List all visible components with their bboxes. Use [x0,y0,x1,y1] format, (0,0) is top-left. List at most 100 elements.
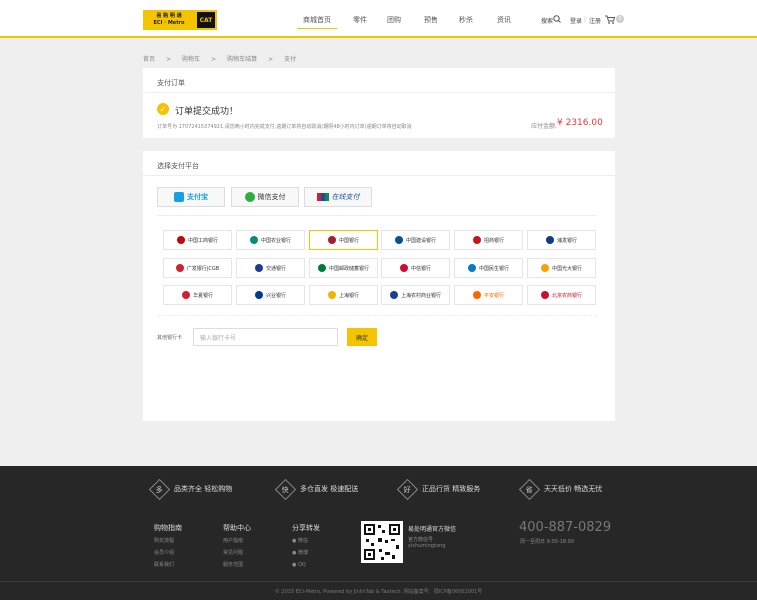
bank-srcb[interactable]: 上海农村商业银行 [381,285,450,305]
site-footer: 多品类齐全 轻松购物 快多仓直发 极速配送 好正品行货 精致服务 省天天低价 畅… [0,466,757,600]
search-icon[interactable] [553,15,561,23]
hotline-number: 400-887-0829 [519,520,612,535]
bank-abc[interactable]: 中国农业银行 [236,230,305,250]
bank-pingan[interactable]: 平安银行 [454,285,523,305]
nav-group-buy[interactable]: 团购 [374,15,414,25]
footer-link[interactable]: 常见问题 [223,547,251,559]
footer-col-share: 分享转发 ● 微信 ● 微博 ● QQ [292,522,320,571]
header-separator: | [584,16,587,23]
weibo-icon: ● [292,550,297,556]
amount-value: ¥ 2316.00 [557,118,603,128]
nav-flash-sale[interactable]: 秒杀 [446,15,486,25]
feature-item: 省天天低价 畅选无忧 [518,478,602,500]
confirm-button[interactable]: 确定 [347,328,377,346]
breadcrumb-checkout[interactable]: 购物车结算 [227,56,257,63]
other-card-label: 其他银行卡 [157,335,183,341]
footer-link[interactable]: 用户指南 [223,535,251,547]
footer-col-help: 帮助中心 用户指南 常见问题 服务范围 [223,522,251,571]
search-label[interactable]: 搜索 [541,16,553,25]
order-info: 订单号为 17072415374921,请您两小时内完成支付,逾期订单将自动取消… [157,124,412,130]
alipay-option[interactable]: 支付宝 [157,187,225,207]
payment-title: 选择支付平台 [157,162,199,170]
bank-logo-icon [175,264,184,272]
order-title: 支付订单 [157,79,185,87]
copyright: © 2015 ECI-Metro, Powered by JinlinTab &… [0,581,757,595]
wechat-pay-option[interactable]: 微信支付 [231,187,299,207]
bank-logo-icon [254,291,263,299]
breadcrumb-sep: > [211,56,217,63]
site-header: 易 购 明 通 ECI · Metro CAT 商城首页 零件 团购 预售 秒杀 … [0,0,757,38]
bank-ceb[interactable]: 中国光大银行 [527,258,596,278]
footer-link[interactable]: 服务范围 [223,559,251,571]
bank-bocom[interactable]: 交通银行 [236,258,305,278]
bank-cgb[interactable]: 广发银行|CGB [163,258,232,278]
bank-logo-icon [181,291,190,299]
divider [143,175,615,176]
footer-link[interactable]: 购买流程 [154,535,182,547]
bank-citic[interactable]: 中信银行 [381,258,450,278]
service-hours: 周一至周日 9:00-18:00 [520,539,575,545]
wechat-title: 易处明通官方微信 [408,526,457,533]
bank-boc[interactable]: 中国银行 [309,230,378,250]
bank-cmbc[interactable]: 中国民生银行 [454,258,523,278]
bank-logo-icon [394,236,403,244]
order-panel: 支付订单 ✓ 订单提交成功！ 订单号为 17072415374921,请您两小时… [143,68,615,138]
bank-psbc[interactable]: 中国邮政储蓄银行 [309,258,378,278]
card-number-input[interactable]: 输入银行卡号 [193,328,338,346]
bank-logo-icon [254,264,263,272]
share-qq[interactable]: ● QQ [292,559,320,571]
wechat-sub: 官方微信号 [408,537,434,543]
wechat-icon: ● [292,538,297,544]
nav-news[interactable]: 资讯 [484,15,524,25]
share-weibo[interactable]: ● 微博 [292,547,320,559]
cart-count-badge: 0 [616,15,624,23]
bank-logo-icon [472,291,481,299]
bank-icbc[interactable]: 中国工商银行 [163,230,232,250]
bank-logo-icon [540,264,549,272]
logo-line1: 易 购 明 通 [156,13,182,19]
footer-link[interactable]: 联系我们 [154,559,182,571]
divider [157,215,597,216]
nav-home[interactable]: 商城首页 [297,15,337,29]
register-link[interactable]: 注册 [589,16,601,25]
login-link[interactable]: 登录 [570,16,582,25]
footer-col-guide: 购物指南 购买流程 会员介绍 联系我们 [154,522,182,571]
order-success-text: 订单提交成功！ [175,107,239,117]
unionpay-option[interactable]: 在线支付 [304,187,372,207]
breadcrumb-sep: > [268,56,274,63]
footer-link[interactable]: 会员介绍 [154,547,182,559]
save-icon: 省 [518,478,541,500]
bank-logo-icon [327,291,336,299]
cart-icon[interactable] [605,15,615,24]
breadcrumb-home[interactable]: 首页 [143,56,155,63]
bank-logo-icon [389,291,398,299]
bank-bos[interactable]: 上海银行 [309,285,378,305]
breadcrumb-cart[interactable]: 购物车 [182,56,200,63]
breadcrumb: 首页 > 购物车 > 购物车结算 > 支付 [143,54,307,63]
logo-line2: ECI · Metro [153,20,185,26]
bank-cib[interactable]: 兴业银行 [236,285,305,305]
breadcrumb-sep: > [166,56,172,63]
bank-logo-icon [327,236,336,244]
bank-cmb[interactable]: 招商银行 [454,230,523,250]
bank-ccb[interactable]: 中国建设银行 [381,230,450,250]
bank-logo-icon [317,264,326,272]
fast-icon: 快 [274,478,297,500]
amount-label: 应付金额: [531,123,558,130]
bank-logo-icon [399,264,408,272]
feature-item: 好正品行货 精致服务 [396,478,480,500]
alipay-icon [174,192,184,202]
breadcrumb-current: 支付 [284,56,297,63]
bank-hxb[interactable]: 华夏银行 [163,285,232,305]
bank-spdb[interactable]: 浦发银行 [527,230,596,250]
divider [157,315,597,316]
brand-logo[interactable]: 易 购 明 通 ECI · Metro CAT [143,10,217,30]
bank-logo-icon [472,236,481,244]
divider [143,92,615,93]
qr-code-image [361,521,403,563]
share-wechat[interactable]: ● 微信 [292,535,320,547]
check-icon: ✓ [157,103,169,115]
nav-presale[interactable]: 预售 [411,15,451,25]
bank-bjrcb[interactable]: 北京农商银行 [527,285,596,305]
qq-icon: ● [292,562,297,568]
